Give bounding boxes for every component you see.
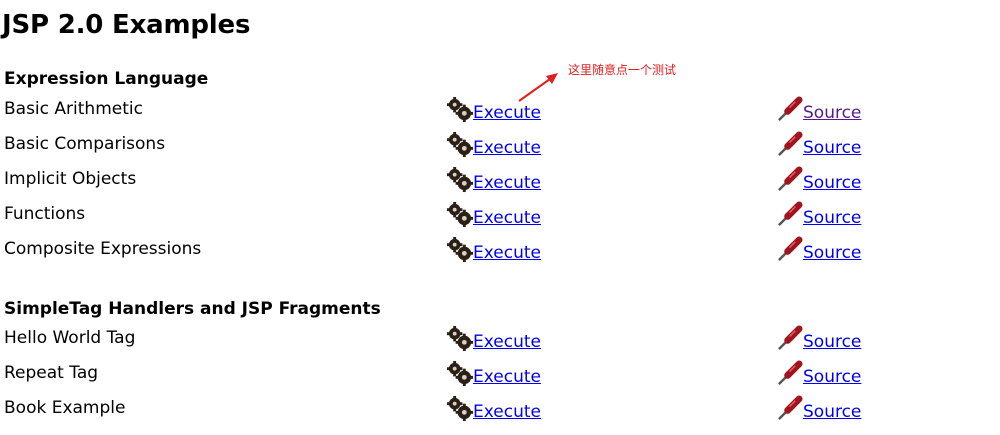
example-row: Functions Execute Source <box>0 201 1000 239</box>
gears-icon <box>446 236 473 263</box>
source-link-group[interactable]: Source <box>776 360 861 387</box>
execute-link-group[interactable]: Execute <box>446 201 541 228</box>
gears-icon <box>446 166 473 193</box>
screwdriver-icon <box>778 166 803 191</box>
execute-link[interactable]: Execute <box>473 208 541 228</box>
screwdriver-icon <box>778 325 803 350</box>
example-label: Repeat Tag <box>4 363 99 383</box>
example-row: Implicit Objects Execute Source <box>0 166 1000 204</box>
example-row: Basic Arithmetic Execute Source <box>0 96 1000 134</box>
section-title-simpletag-handlers: SimpleTag Handlers and JSP Fragments <box>4 299 381 319</box>
screwdriver-icon <box>778 131 803 156</box>
source-link-group[interactable]: Source <box>776 131 861 158</box>
annotation-note: 这里随意点一个测试 <box>568 63 677 77</box>
example-label: Composite Expressions <box>4 239 202 259</box>
gears-icon <box>446 131 473 158</box>
screwdriver-icon <box>778 236 803 261</box>
source-link[interactable]: Source <box>803 332 861 352</box>
execute-link[interactable]: Execute <box>473 332 541 352</box>
source-link[interactable]: Source <box>803 402 861 422</box>
source-link-group[interactable]: Source <box>776 96 861 123</box>
example-label: Hello World Tag <box>4 328 136 348</box>
gears-icon <box>446 360 473 387</box>
screwdriver-icon <box>778 96 803 121</box>
source-link-group[interactable]: Source <box>776 325 861 352</box>
execute-link-group[interactable]: Execute <box>446 325 541 352</box>
source-link[interactable]: Source <box>803 173 861 193</box>
execute-link[interactable]: Execute <box>473 367 541 387</box>
page-title: JSP 2.0 Examples <box>2 10 251 40</box>
execute-link[interactable]: Execute <box>473 103 541 123</box>
execute-link-group[interactable]: Execute <box>446 360 541 387</box>
example-label: Functions <box>4 204 86 224</box>
gears-icon <box>446 395 473 422</box>
execute-link[interactable]: Execute <box>473 402 541 422</box>
example-label: Book Example <box>4 398 126 418</box>
example-label: Basic Comparisons <box>4 134 166 154</box>
source-link-group[interactable]: Source <box>776 236 861 263</box>
annotation-arrow-icon <box>518 73 558 102</box>
section-title-expression-language: Expression Language <box>4 69 209 89</box>
source-link-group[interactable]: Source <box>776 395 861 422</box>
source-link-group[interactable]: Source <box>776 201 861 228</box>
gears-icon <box>446 201 473 228</box>
example-label: Implicit Objects <box>4 169 137 189</box>
gears-icon <box>446 96 473 123</box>
example-row: Book Example Execute Source <box>0 395 1000 433</box>
execute-link-group[interactable]: Execute <box>446 131 541 158</box>
execute-link-group[interactable]: Execute <box>446 395 541 422</box>
execute-link[interactable]: Execute <box>473 243 541 263</box>
example-label: Basic Arithmetic <box>4 99 143 119</box>
source-link[interactable]: Source <box>803 367 861 387</box>
source-link[interactable]: Source <box>803 208 861 228</box>
execute-link-group[interactable]: Execute <box>446 166 541 193</box>
example-row: Repeat Tag Execute Source <box>0 360 1000 398</box>
execute-link[interactable]: Execute <box>473 138 541 158</box>
screwdriver-icon <box>778 201 803 226</box>
source-link[interactable]: Source <box>803 138 861 158</box>
execute-link[interactable]: Execute <box>473 173 541 193</box>
gears-icon <box>446 325 473 352</box>
example-row: Composite Expressions Execute Source <box>0 236 1000 274</box>
source-link-group[interactable]: Source <box>776 166 861 193</box>
screwdriver-icon <box>778 360 803 385</box>
example-row: Hello World Tag Execute Source <box>0 325 1000 363</box>
example-row: Basic Comparisons Execute Source <box>0 131 1000 169</box>
source-link[interactable]: Source <box>803 243 861 263</box>
screwdriver-icon <box>778 395 803 420</box>
source-link[interactable]: Source <box>803 103 861 123</box>
execute-link-group[interactable]: Execute <box>446 236 541 263</box>
